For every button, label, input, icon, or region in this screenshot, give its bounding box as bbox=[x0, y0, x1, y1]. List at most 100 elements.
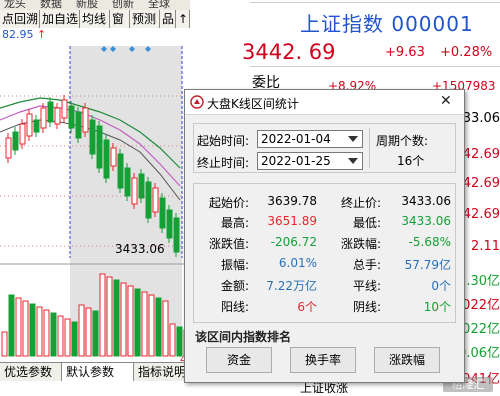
flat-label: 平线: bbox=[353, 279, 382, 293]
amplitude-label: 振幅: bbox=[221, 258, 250, 272]
tab-indicator-desc[interactable]: 指标说明 bbox=[134, 363, 190, 381]
tab-default-params[interactable]: 默认参数 bbox=[62, 363, 134, 381]
volume-bar bbox=[71, 321, 78, 357]
volume-bar bbox=[99, 273, 106, 357]
flat-value: 0个 bbox=[431, 279, 451, 293]
start-price-label: 起始价: bbox=[209, 196, 250, 210]
candle-body bbox=[89, 119, 96, 155]
index-change-pct: +0.28% bbox=[440, 45, 493, 60]
candle-body bbox=[96, 125, 103, 169]
volume-bar bbox=[169, 323, 176, 357]
quote-header: 上证指数 000001 3442. 69 +9.63 +0.28% 委比 bbox=[190, 0, 500, 91]
up-candles-label: 阳线: bbox=[221, 300, 250, 314]
rank-by-change-button[interactable]: 涨跌幅 bbox=[374, 347, 440, 373]
period-count-value: 16个 bbox=[397, 154, 425, 168]
candle-body bbox=[12, 131, 19, 151]
rank-by-turnover-button[interactable]: 换手率 bbox=[290, 347, 356, 373]
volume-bar bbox=[113, 279, 120, 357]
top-arrow-icon: ↑ bbox=[37, 28, 46, 41]
candle-body bbox=[82, 107, 89, 133]
amplitude-value: 6.01% bbox=[278, 256, 317, 270]
volume-bar bbox=[134, 288, 141, 357]
chevron-down-icon bbox=[348, 136, 358, 142]
candle-body bbox=[5, 137, 12, 159]
candle-body bbox=[33, 119, 40, 133]
candle-body bbox=[68, 105, 75, 129]
close-icon[interactable]: ✕ bbox=[440, 93, 452, 109]
candle-body bbox=[75, 111, 82, 139]
up-arrow-icon[interactable]: ↑ bbox=[176, 10, 190, 28]
high-value: 3651.89 bbox=[267, 214, 317, 228]
volume-bar bbox=[176, 326, 183, 357]
high-label: 最高: bbox=[221, 216, 250, 230]
forecast-button[interactable]: 预测 bbox=[130, 10, 160, 28]
window-button[interactable]: 窗 bbox=[110, 10, 130, 28]
index-price: 3442. 69 bbox=[242, 40, 336, 64]
chart-toolbar: 点回溯 加自选 均线 窗 预测 品 ↑ bbox=[0, 10, 190, 29]
end-date-select[interactable]: 2022-01-25 bbox=[257, 152, 363, 170]
volume-bar bbox=[22, 300, 29, 357]
volume-bar bbox=[141, 291, 148, 357]
kline-svg: 82.95 ↑ 3433.06 44.84 bbox=[0, 28, 190, 364]
volume-bar bbox=[155, 297, 162, 357]
candle-body bbox=[19, 123, 26, 145]
volume-value: 57.79亿 bbox=[404, 258, 451, 272]
volume-bar bbox=[78, 304, 85, 357]
index-change: +9.63 bbox=[385, 45, 425, 60]
low-label: 最低: bbox=[353, 216, 382, 230]
candle-body bbox=[47, 101, 54, 123]
change-pct-label: 涨跌幅: bbox=[341, 237, 382, 251]
candle-body bbox=[173, 217, 180, 253]
product-button[interactable]: 品 bbox=[160, 10, 176, 28]
candle-body bbox=[110, 147, 117, 167]
candle-body bbox=[61, 99, 68, 119]
low-price-label: 3433.06 bbox=[115, 242, 165, 256]
add-favorite-button[interactable]: 加自选 bbox=[40, 10, 80, 28]
end-price-label: 终止价: bbox=[341, 196, 382, 210]
candle-body bbox=[54, 107, 61, 125]
down-candles-value: 10个 bbox=[423, 300, 451, 314]
volume-bar bbox=[57, 315, 64, 357]
volume-bar bbox=[92, 310, 99, 357]
dialog-titlebar[interactable]: 大盘K线区间统计 ✕ bbox=[185, 90, 464, 115]
tab-preferred-params[interactable]: 优选参数 bbox=[0, 363, 62, 381]
header-divider bbox=[250, 66, 500, 67]
candle-body bbox=[40, 107, 47, 129]
start-time-label: 起始时间: bbox=[197, 134, 250, 148]
candle-body bbox=[159, 197, 166, 229]
kline-chart[interactable]: 82.95 ↑ 3433.06 44.84 bbox=[0, 28, 190, 364]
bottom-tabs: 优选参数 默认参数 指标说明 bbox=[0, 362, 190, 381]
end-time-label: 终止时间: bbox=[197, 156, 250, 170]
index-name: 上证指数 000001 bbox=[300, 12, 474, 36]
change-label: 涨跌值: bbox=[209, 237, 250, 251]
change-value: -206.72 bbox=[270, 235, 317, 249]
volume-bar bbox=[8, 294, 15, 357]
volume-bar bbox=[15, 297, 22, 357]
volume-bar bbox=[1, 331, 8, 357]
rank-section-title: 该区间内指数排名 bbox=[195, 330, 292, 344]
top-price-label: 82.95 bbox=[2, 28, 34, 41]
amount-label: 金额: bbox=[221, 279, 250, 293]
app-icon bbox=[190, 95, 204, 109]
candle-body bbox=[26, 113, 33, 137]
volume-bar bbox=[43, 309, 50, 357]
replay-button[interactable]: 点回溯 bbox=[0, 10, 40, 28]
interval-stats-dialog: 大盘K线区间统计 ✕ 起始时间: 2022-01-04 终止时间: 2022-0… bbox=[184, 89, 465, 383]
candle-body bbox=[138, 173, 145, 199]
volume-bar bbox=[106, 276, 113, 357]
header-divider bbox=[250, 2, 500, 3]
start-price-value: 3639.78 bbox=[267, 194, 317, 208]
start-date-select[interactable]: 2022-01-04 bbox=[257, 130, 363, 148]
volume-bar bbox=[85, 307, 92, 357]
end-date-value: 2022-01-25 bbox=[261, 154, 331, 168]
candle-body bbox=[117, 153, 124, 189]
volume-bar bbox=[120, 282, 127, 357]
volume-bar bbox=[127, 285, 134, 357]
volume-bar bbox=[50, 312, 57, 357]
volume-bar bbox=[148, 294, 155, 357]
ma-button[interactable]: 均线 bbox=[80, 10, 110, 28]
rank-by-capital-button[interactable]: 资金 bbox=[206, 347, 272, 373]
chevron-down-icon bbox=[348, 158, 358, 164]
candle-body bbox=[152, 187, 159, 213]
volume-bar bbox=[162, 300, 169, 357]
